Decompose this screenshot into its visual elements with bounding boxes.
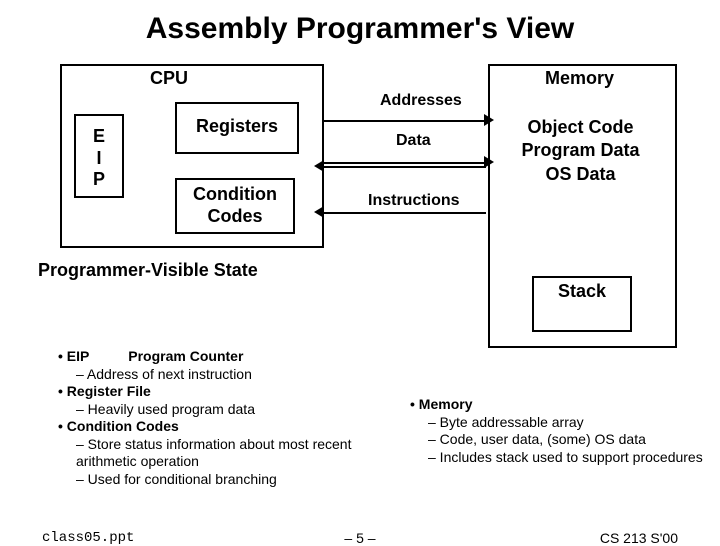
memory-label: Memory bbox=[545, 68, 614, 89]
page-title: Assembly Programmer's View bbox=[0, 0, 720, 52]
stack-box: Stack bbox=[532, 276, 632, 332]
list-item: – Store status information about most re… bbox=[76, 436, 398, 471]
bullet-eip: • EIP bbox=[58, 348, 89, 364]
list-item: – Heavily used program data bbox=[76, 401, 398, 419]
arrowhead-icon bbox=[314, 206, 324, 218]
arrowhead-icon bbox=[484, 156, 494, 168]
cpu-label: CPU bbox=[150, 68, 188, 89]
footer-course: CS 213 S'00 bbox=[600, 530, 678, 546]
arrow-addresses bbox=[322, 120, 486, 122]
list-item: – Code, user data, (some) OS data bbox=[428, 431, 710, 449]
arrow-data bbox=[322, 166, 486, 168]
programmer-visible-state-heading: Programmer-Visible State bbox=[38, 260, 258, 281]
left-bullets: • EIP Program Counter – Address of next … bbox=[58, 348, 398, 488]
arrow-data bbox=[322, 162, 486, 164]
bullet-pc: Program Counter bbox=[128, 348, 243, 364]
list-item: • Memory bbox=[410, 396, 710, 414]
list-item: – Includes stack used to support procedu… bbox=[428, 449, 710, 467]
arrowhead-icon bbox=[484, 114, 494, 126]
instructions-label: Instructions bbox=[368, 192, 460, 210]
right-bullets: • Memory – Byte addressable array – Code… bbox=[410, 396, 710, 466]
memory-contents: Object Code Program Data OS Data bbox=[494, 116, 667, 186]
list-item: • EIP Program Counter bbox=[58, 348, 398, 366]
arrowhead-icon bbox=[314, 160, 324, 172]
list-item: – Byte addressable array bbox=[428, 414, 710, 432]
list-item: • Register File bbox=[58, 383, 398, 401]
list-item: • Condition Codes bbox=[58, 418, 398, 436]
registers-box: Registers bbox=[175, 102, 299, 154]
list-item: – Used for conditional branching bbox=[76, 471, 398, 489]
eip-box: E I P bbox=[74, 114, 124, 198]
condition-codes-box: Condition Codes bbox=[175, 178, 295, 234]
data-label: Data bbox=[396, 132, 431, 150]
list-item: – Address of next instruction bbox=[76, 366, 398, 384]
diagram-area: CPU E I P Registers Condition Codes Memo… bbox=[0, 52, 720, 352]
arrow-instructions bbox=[322, 212, 486, 214]
addresses-label: Addresses bbox=[380, 92, 462, 110]
